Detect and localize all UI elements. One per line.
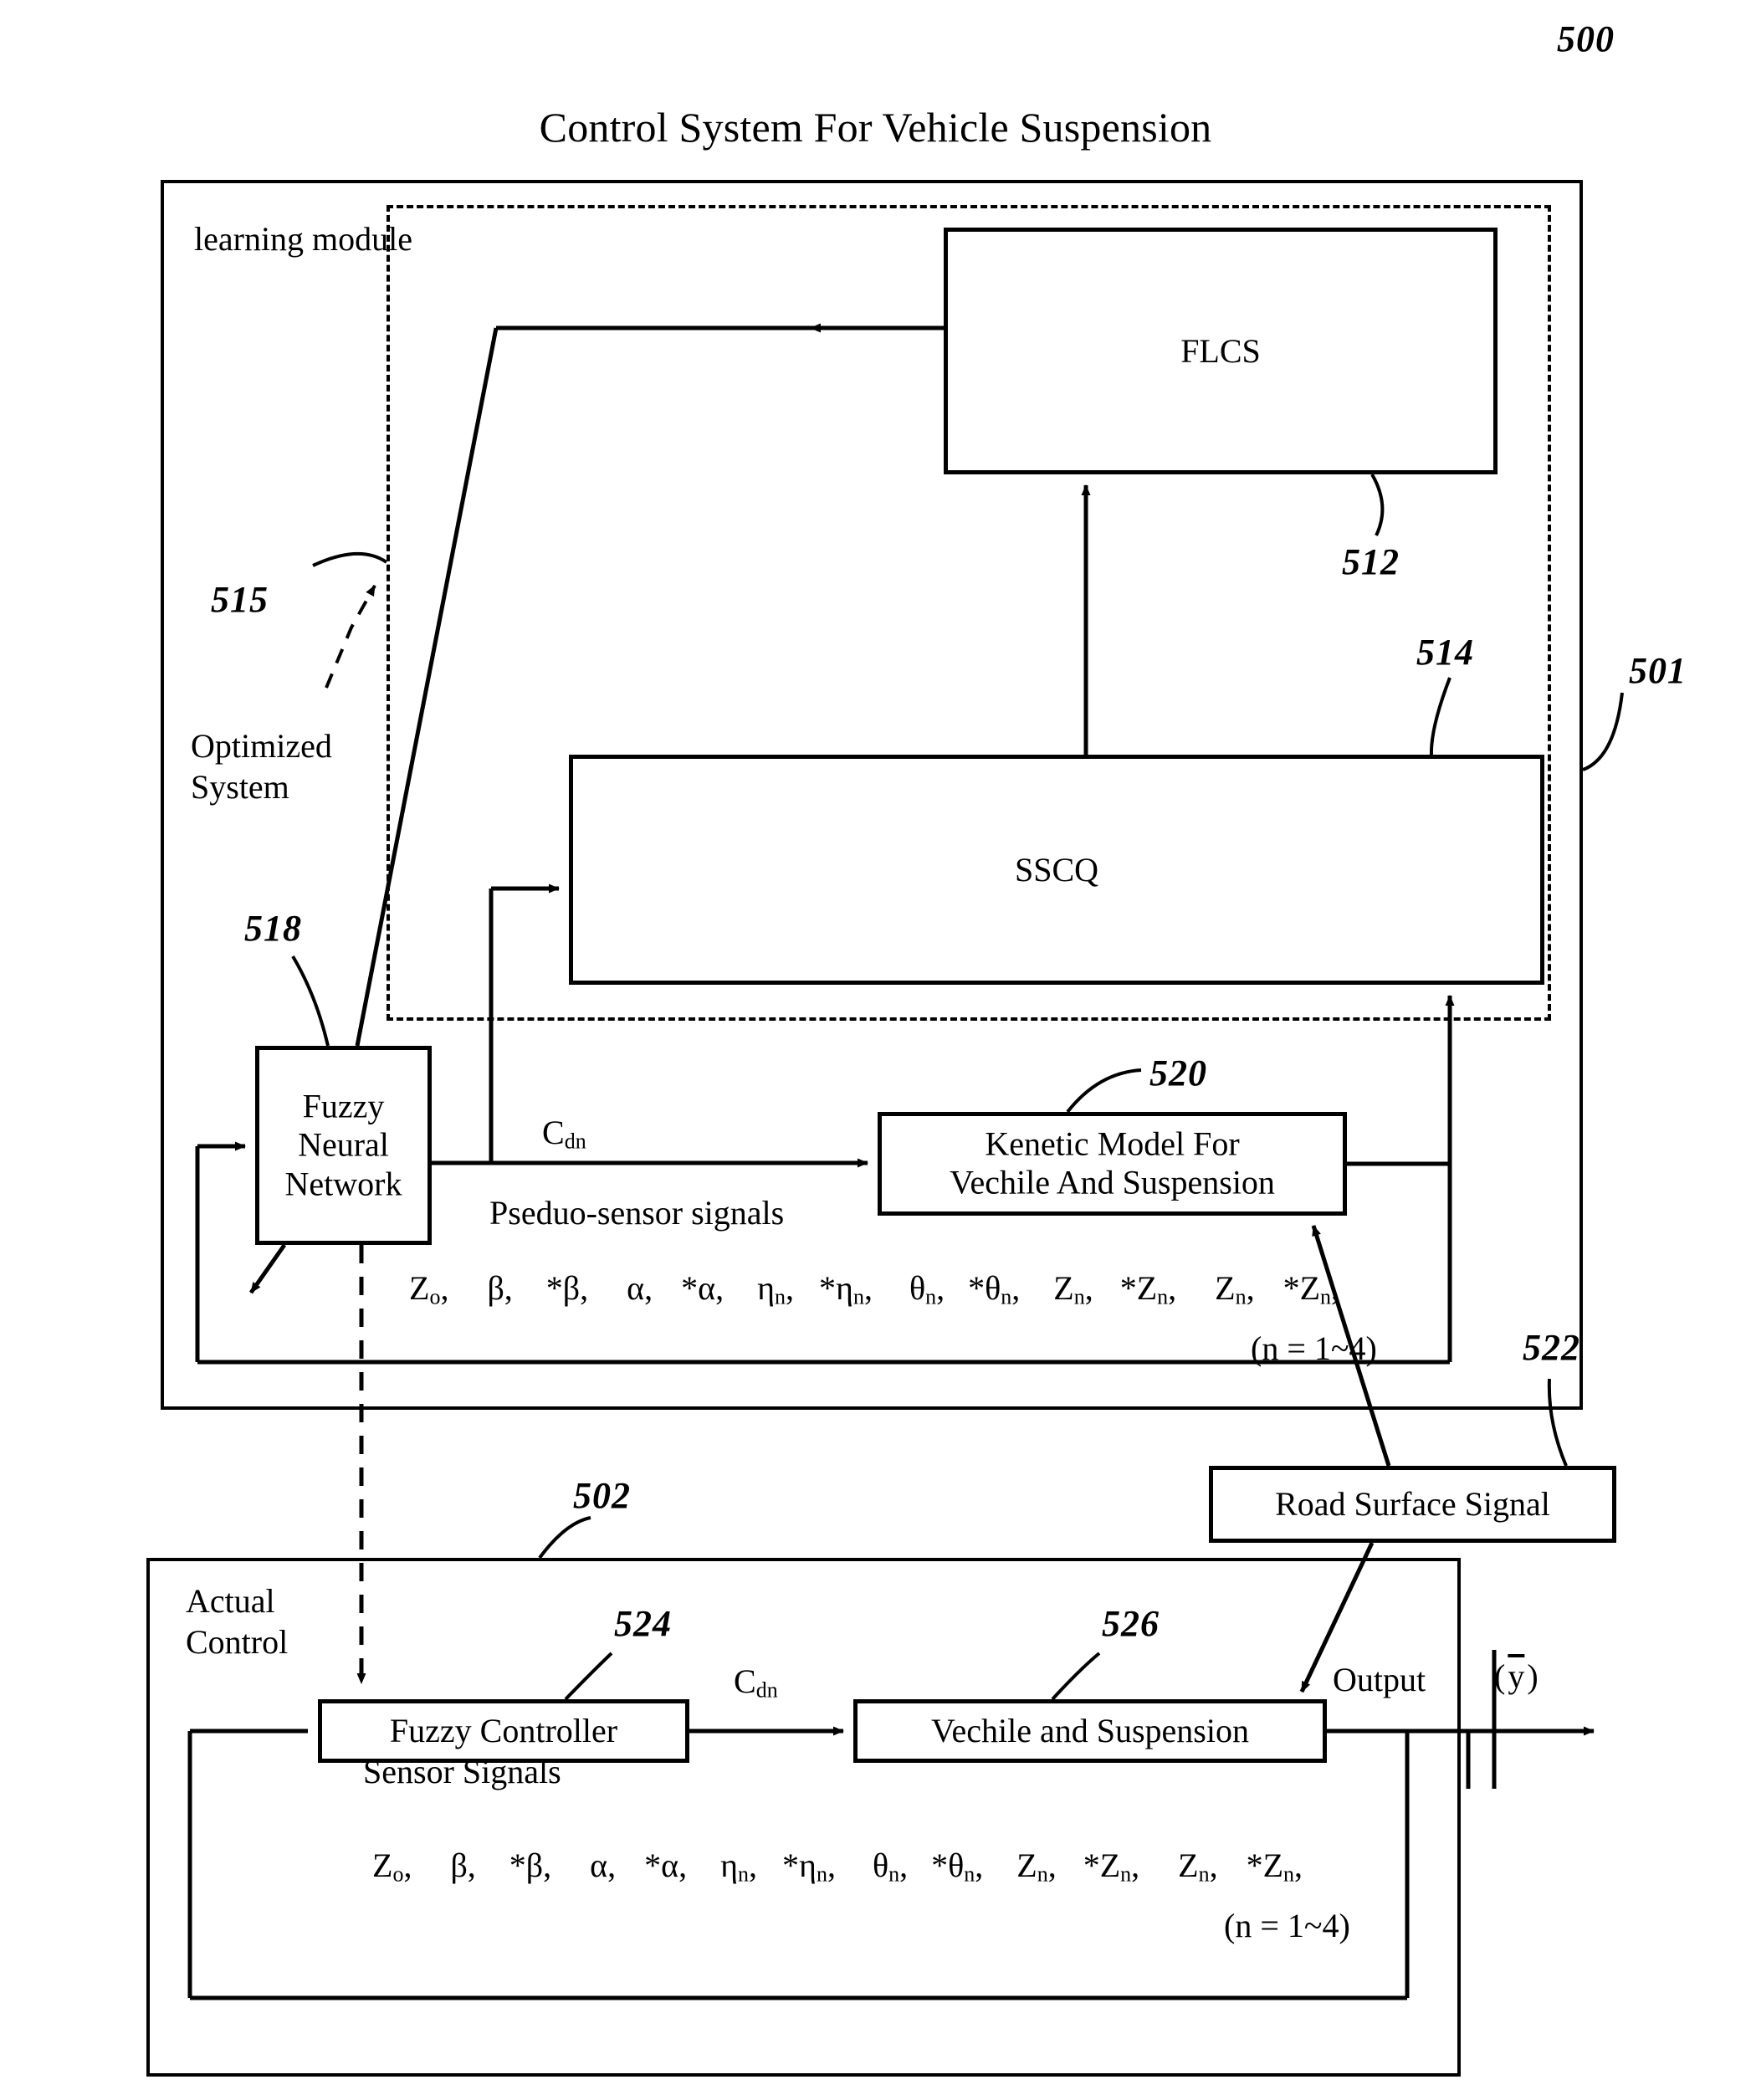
fnn-label-line1: Fuzzy	[302, 1087, 385, 1125]
ref-522: 522	[1523, 1327, 1580, 1368]
signal-symbol: Zo,	[409, 1269, 449, 1309]
vehicle-suspension-label-wrap: Vechile and Suspension	[858, 1712, 1323, 1750]
signal-symbol: *α,	[644, 1846, 688, 1884]
ref-520: 520	[1149, 1053, 1207, 1094]
signal-symbol: θn,	[872, 1846, 909, 1887]
signal-symbol: *α,	[681, 1269, 724, 1307]
optimized-system-line1: Optimized	[191, 727, 332, 765]
ref-526: 526	[1102, 1603, 1160, 1644]
optimized-system-label: Optimized System	[191, 726, 332, 808]
fuzzy-controller-label-wrap: Fuzzy Controller	[322, 1712, 685, 1750]
flcs-label: FLCS	[1180, 331, 1261, 370]
signal-symbol: *θn,	[968, 1269, 1021, 1309]
signal-symbol: *β,	[545, 1269, 589, 1307]
signal-symbol: θn,	[909, 1269, 945, 1309]
ref-514: 514	[1416, 632, 1474, 673]
figure-reference-number: 500	[1557, 18, 1615, 59]
fuzzy-neural-network-block: Fuzzy Neural Network	[255, 1046, 432, 1245]
output-paren-close: )	[1527, 1657, 1539, 1695]
ref-524: 524	[614, 1603, 672, 1644]
signal-symbol: β,	[487, 1269, 513, 1307]
fnn-label-line2: Neural	[298, 1125, 389, 1164]
signal-symbol: *Zn,	[1246, 1846, 1303, 1887]
sscq-block: SSCQ	[569, 755, 1544, 985]
pseudo-sensor-signals-label: Pseduo-sensor signals	[489, 1194, 785, 1232]
leader-501	[1582, 692, 1624, 771]
sscq-label: SSCQ	[1014, 850, 1099, 889]
signal-symbol: Zn,	[1053, 1269, 1093, 1309]
signal-symbol: ηn,	[720, 1846, 758, 1887]
output-variable-group: (y)	[1494, 1657, 1539, 1696]
signal-symbol: α,	[627, 1269, 653, 1307]
learning-module-label: learning module	[194, 219, 412, 259]
vehicle-suspension-block: Vechile and Suspension	[853, 1699, 1327, 1763]
signal-symbol: *β,	[509, 1846, 552, 1884]
signal-symbol: Zo,	[372, 1846, 412, 1887]
kinetic-model-line2: Vechile And Suspension	[950, 1164, 1275, 1201]
figure-title: Control System For Vehicle Suspension	[539, 104, 1212, 151]
cdn-upper-sub: dn	[564, 1129, 586, 1154]
signal-symbol: *θn,	[931, 1846, 984, 1887]
signal-symbol: ηn,	[757, 1269, 795, 1309]
fnn-label-line3: Network	[284, 1165, 402, 1203]
cdn-label-lower: Cdn	[734, 1662, 778, 1703]
signal-symbol: α,	[590, 1846, 617, 1884]
optimized-system-line2: System	[191, 767, 289, 806]
road-surface-signal-block: Road Surface Signal	[1209, 1466, 1616, 1543]
sensor-symbol-list: Zo, β, *β, α, *α, ηn, *ηn, θn, *θn, Zn, *Zn, Zn, *Zn…	[344, 1846, 1303, 1887]
kinetic-model-label-wrap: Kenetic Model For Vechile And Suspension	[882, 1125, 1343, 1203]
signal-symbol: Zn,	[1178, 1846, 1218, 1887]
kinetic-model-line1: Kenetic Model For	[985, 1124, 1240, 1163]
patent-figure-page: 500 Control System For Vehicle Suspensio…	[0, 0, 1751, 2100]
sensor-range-note: (n = 1~4)	[1224, 1907, 1350, 1944]
signal-symbol: Zn,	[1016, 1846, 1057, 1887]
actual-control-line1: Actual	[186, 1582, 275, 1620]
ref-502: 502	[573, 1475, 631, 1516]
sscq-label-wrap: SSCQ	[573, 850, 1540, 889]
cdn-label-upper: Cdn	[542, 1114, 586, 1154]
pseudo-sensor-range-note: (n = 1~4)	[1251, 1329, 1377, 1367]
road-surface-label-wrap: Road Surface Signal	[1213, 1485, 1612, 1524]
signal-symbol: *ηn,	[819, 1269, 873, 1309]
cdn-upper-base: C	[542, 1114, 565, 1151]
fnn-label-wrap: Fuzzy Neural Network	[259, 1087, 428, 1203]
signal-symbol: Zn,	[1215, 1269, 1255, 1309]
ref-515: 515	[211, 579, 269, 620]
learning-module-label-text: learning module	[194, 220, 413, 258]
signal-symbol: *Zn,	[1083, 1846, 1140, 1887]
kinetic-model-block: Kenetic Model For Vechile And Suspension	[878, 1112, 1347, 1216]
flcs-label-wrap: FLCS	[948, 331, 1493, 370]
signal-symbol: *Zn,	[1119, 1269, 1177, 1309]
actual-control-outer-box	[146, 1558, 1461, 2077]
ref-518: 518	[244, 908, 302, 949]
signal-symbol: β,	[450, 1846, 476, 1884]
flcs-block: FLCS	[944, 228, 1498, 474]
signal-symbol: *Zn,	[1283, 1269, 1340, 1309]
output-label: Output	[1333, 1661, 1426, 1698]
ref-501: 501	[1629, 650, 1687, 691]
output-variable-ybar: y	[1508, 1657, 1525, 1695]
sensor-signals-label: Sensor Signals	[363, 1753, 561, 1790]
actual-control-label: Actual Control	[186, 1581, 288, 1663]
road-surface-label: Road Surface Signal	[1275, 1484, 1550, 1523]
cdn-lower-base: C	[734, 1662, 756, 1700]
fuzzy-controller-label: Fuzzy Controller	[389, 1711, 618, 1749]
cdn-lower-sub: dn	[755, 1677, 778, 1703]
actual-control-line2: Control	[186, 1622, 289, 1661]
vehicle-suspension-label: Vechile and Suspension	[931, 1711, 1249, 1749]
output-paren-open: (	[1494, 1657, 1506, 1695]
pseudo-sensor-symbol-list: Zo, β, *β, α, *α, ηn, *ηn, θn, *θn, Zn, *Zn, Zn, *Zn…	[381, 1269, 1340, 1309]
ref-512: 512	[1342, 541, 1400, 582]
leader-502	[538, 1516, 591, 1560]
signal-symbol: *ηn,	[782, 1846, 836, 1887]
